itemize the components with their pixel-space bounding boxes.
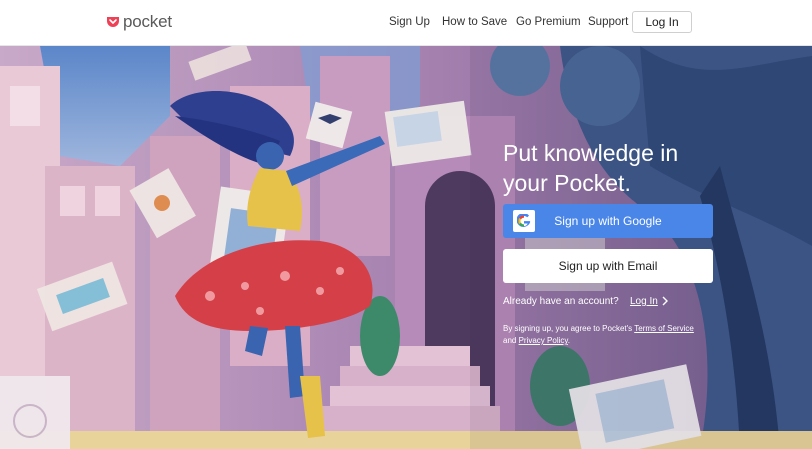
hero-illustration [0,46,812,449]
nav-support[interactable]: Support [588,16,628,28]
nav-how-to-save[interactable]: How to Save [442,16,507,28]
header-login-button[interactable]: Log In [632,11,692,33]
pocket-logo-icon [107,17,119,27]
google-signup-button[interactable]: Sign up with Google [503,204,713,238]
headline-line-2: your Pocket. [503,170,631,196]
legal-prefix: By signing up, you agree to Pocket's [503,324,635,333]
legal-and: and [503,336,519,345]
logo-text: pocket [123,12,172,31]
hero-headline: Put knowledge in your Pocket. [503,138,733,198]
google-signup-label: Sign up with Google [554,214,662,228]
nav-go-premium[interactable]: Go Premium [516,16,581,28]
already-have-account-text: Already have an account? [503,296,619,307]
privacy-policy-link[interactable]: Privacy Policy [519,336,568,345]
email-signup-button[interactable]: Sign up with Email [503,249,713,283]
legal-suffix: . [567,336,571,345]
pocket-logo[interactable]: pocket [106,12,172,32]
hero-section: Put knowledge in your Pocket. Sign up wi… [0,46,812,449]
hero-login-link[interactable]: Log In [630,296,658,307]
chevron-right-icon [662,296,668,306]
headline-line-1: Put knowledge in [503,140,679,166]
terms-of-service-link[interactable]: Terms of Service [634,324,694,333]
nav-sign-up[interactable]: Sign Up [389,16,430,28]
site-header: pocket Sign Up How to Save Go Premium Su… [0,0,812,46]
google-g-icon [513,210,535,232]
legal-notice: By signing up, you agree to Pocket's Ter… [503,323,718,347]
